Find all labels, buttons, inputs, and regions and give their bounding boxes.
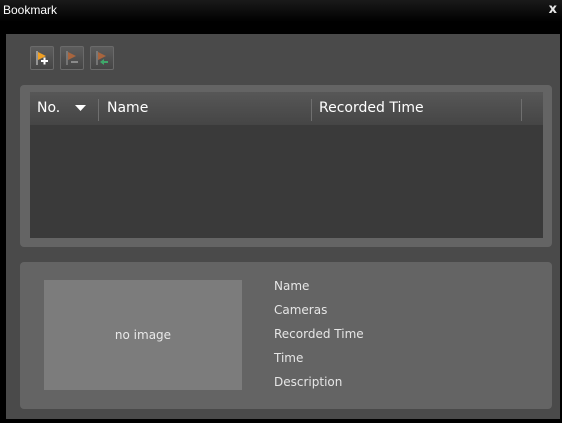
add-bookmark-button[interactable] xyxy=(30,46,54,70)
bookmark-thumbnail: no image xyxy=(44,280,242,390)
column-header-recorded-time[interactable]: Recorded Time xyxy=(319,92,424,125)
column-header-no[interactable]: No. xyxy=(37,92,60,125)
bookmark-list-panel: No. Name Recorded Time xyxy=(20,85,552,247)
sort-descending-icon[interactable] xyxy=(75,105,86,112)
delete-bookmark-button[interactable] xyxy=(90,46,114,70)
table-header: No. Name Recorded Time xyxy=(30,92,543,125)
field-recorded-time-label: Recorded Time xyxy=(274,327,364,341)
field-time-label: Time xyxy=(274,351,304,365)
window-title: Bookmark xyxy=(3,3,58,17)
column-divider[interactable] xyxy=(311,99,312,121)
field-name-label: Name xyxy=(274,279,310,293)
column-divider[interactable] xyxy=(521,99,522,121)
bookmark-table[interactable]: No. Name Recorded Time xyxy=(30,92,543,238)
close-icon[interactable]: x xyxy=(549,2,557,17)
column-header-name[interactable]: Name xyxy=(107,92,148,125)
table-body xyxy=(30,125,543,238)
add-bookmark-icon xyxy=(36,51,48,65)
bookmark-window: Bookmark x No. Name Recorded Time no ima… xyxy=(0,0,562,423)
field-cameras-label: Cameras xyxy=(274,303,328,317)
edit-bookmark-button[interactable] xyxy=(60,46,84,70)
field-description-label: Description xyxy=(274,375,343,389)
column-divider[interactable] xyxy=(98,99,99,121)
bookmark-details-panel: no image Name Cameras Recorded Time Time… xyxy=(20,262,552,409)
delete-bookmark-icon xyxy=(96,51,108,65)
window-content: No. Name Recorded Time no image Name Cam… xyxy=(6,34,560,419)
no-image-label: no image xyxy=(114,328,172,342)
title-bar[interactable]: Bookmark x xyxy=(0,0,562,22)
edit-bookmark-icon xyxy=(66,51,78,65)
